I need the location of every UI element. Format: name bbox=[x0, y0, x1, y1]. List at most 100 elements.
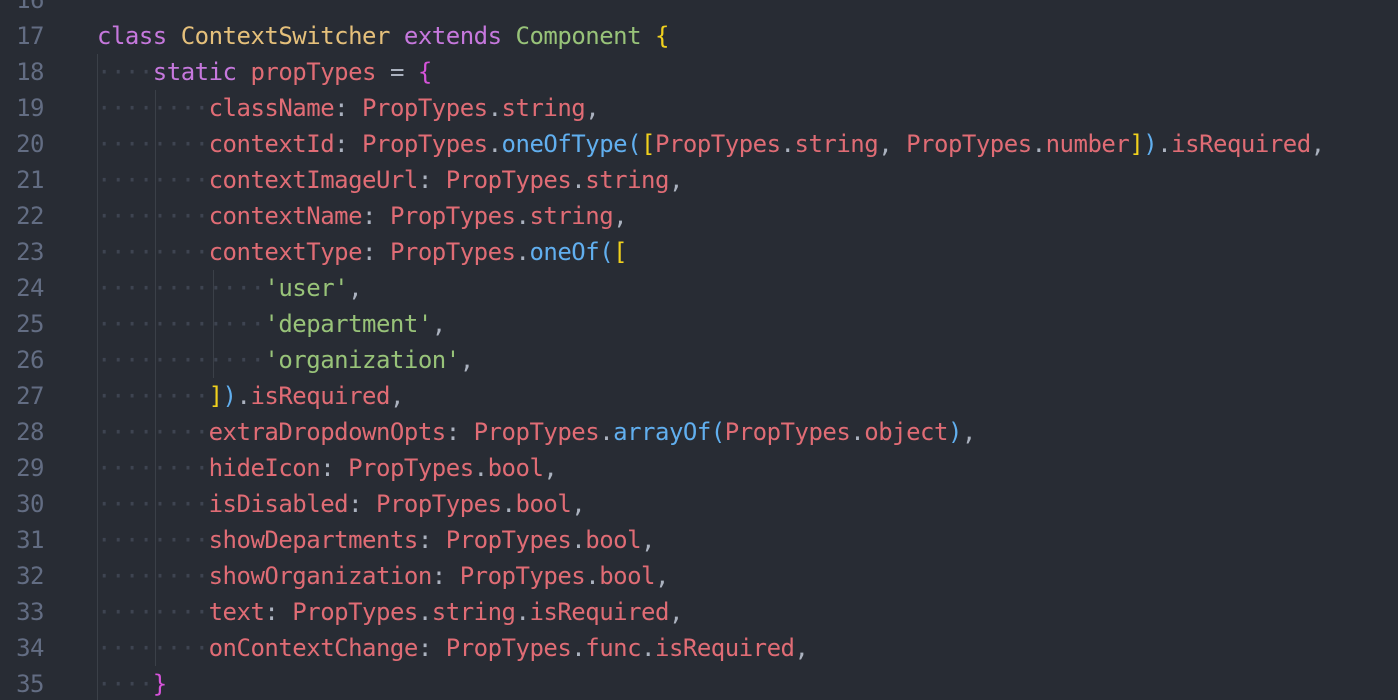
code-line[interactable]: 28 ········extraDropdownOpts: PropTypes.a… bbox=[0, 414, 1398, 450]
code-line[interactable]: 32 ········showOrganization: PropTypes.bo… bbox=[0, 558, 1398, 594]
code-text: ········contextId: PropTypes.oneOfType([… bbox=[97, 126, 1325, 162]
code-token: object bbox=[864, 418, 948, 446]
whitespace-marker: ········ bbox=[97, 166, 209, 194]
code-text: ············'department', bbox=[97, 306, 446, 342]
code-line[interactable]: 23 ········contextType: PropTypes.oneOf([ bbox=[0, 234, 1398, 270]
code-line[interactable]: 22 ········contextName: PropTypes.string, bbox=[0, 198, 1398, 234]
code-line[interactable]: 30 ········isDisabled: PropTypes.bool, bbox=[0, 486, 1398, 522]
line-number: 27 bbox=[16, 382, 44, 410]
code-token: ( bbox=[599, 238, 614, 266]
code-token: { bbox=[417, 58, 432, 86]
code-line[interactable]: 25 ············'department', bbox=[0, 306, 1398, 342]
code-token: , bbox=[389, 382, 404, 410]
code-token: showOrganization bbox=[208, 562, 433, 590]
code-token: = bbox=[376, 58, 418, 86]
code-text: ········contextImageUrl: PropTypes.strin… bbox=[97, 162, 683, 198]
code-token: string bbox=[529, 202, 614, 230]
code-token: [ bbox=[613, 238, 628, 266]
code-token: [ bbox=[641, 130, 655, 158]
whitespace-marker: ········ bbox=[97, 418, 209, 446]
code-token: . bbox=[515, 598, 530, 626]
code-token: func bbox=[585, 634, 642, 662]
code-token: . bbox=[501, 490, 516, 518]
code-token: extraDropdownOpts bbox=[208, 418, 447, 446]
code-token: , bbox=[431, 310, 446, 338]
whitespace-marker: ········ bbox=[97, 94, 209, 122]
code-line[interactable]: 19 ········className: PropTypes.string, bbox=[0, 90, 1398, 126]
line-number: 18 bbox=[16, 58, 44, 86]
code-token: : bbox=[264, 598, 293, 626]
code-token: PropTypes bbox=[362, 130, 488, 158]
code-text: ············'organization', bbox=[97, 342, 474, 378]
whitespace-marker: ········ bbox=[97, 238, 209, 266]
code-token: Component bbox=[515, 22, 642, 50]
code-token: className bbox=[208, 94, 335, 122]
code-line[interactable]: 20 ········contextId: PropTypes.oneOfType… bbox=[0, 126, 1398, 162]
code-token: bool bbox=[585, 526, 642, 554]
code-token: , bbox=[794, 634, 809, 662]
code-token: : bbox=[445, 418, 474, 446]
code-token: . bbox=[487, 94, 502, 122]
code-token: oneOf bbox=[529, 238, 600, 266]
code-line[interactable]: 26 ············'organization', bbox=[0, 342, 1398, 378]
code-token: { bbox=[655, 22, 669, 50]
code-line[interactable]: 34 ········onContextChange: PropTypes.fun… bbox=[0, 630, 1398, 666]
code-line[interactable]: 24 ············'user', bbox=[0, 270, 1398, 306]
code-token: text bbox=[208, 598, 265, 626]
code-line[interactable]: 33 ········text: PropTypes.string.isRequi… bbox=[0, 594, 1398, 630]
code-token: PropTypes bbox=[362, 94, 488, 122]
code-token: . bbox=[515, 238, 530, 266]
code-token: ] bbox=[1129, 130, 1144, 158]
line-number: 28 bbox=[16, 418, 44, 446]
code-line[interactable]: 31 ········showDepartments: PropTypes.boo… bbox=[0, 522, 1398, 558]
code-token: showDepartments bbox=[208, 526, 419, 554]
whitespace-marker: ········ bbox=[97, 130, 209, 158]
code-token: 'department' bbox=[264, 310, 432, 338]
line-number: 32 bbox=[16, 562, 44, 590]
code-line[interactable]: 27 ········]).isRequired, bbox=[0, 378, 1398, 414]
code-token: : bbox=[320, 454, 349, 482]
code-token: PropTypes bbox=[348, 454, 474, 482]
whitespace-marker: ········ bbox=[97, 526, 209, 554]
code-token: string bbox=[501, 94, 586, 122]
code-token: } bbox=[152, 670, 167, 698]
code-token: ) bbox=[947, 418, 962, 446]
code-token: string bbox=[585, 166, 669, 194]
code-line[interactable]: 16 bbox=[0, 0, 1398, 18]
code-line[interactable]: 35 ····} bbox=[0, 666, 1398, 700]
line-number: 24 bbox=[16, 274, 44, 302]
whitespace-marker: ············ bbox=[97, 310, 265, 338]
code-token: . bbox=[1031, 130, 1046, 158]
code-token: PropTypes bbox=[445, 634, 572, 662]
code-line[interactable]: 17 class ContextSwitcher extends Componen… bbox=[0, 18, 1398, 54]
code-token: , bbox=[571, 490, 586, 518]
code-token: extends bbox=[403, 22, 502, 50]
code-text: ········isDisabled: PropTypes.bool, bbox=[97, 486, 586, 522]
code-token: , bbox=[459, 346, 474, 374]
whitespace-marker: ············ bbox=[97, 274, 265, 302]
code-token: , bbox=[654, 562, 669, 590]
whitespace-marker: ············ bbox=[97, 346, 265, 374]
code-token: PropTypes bbox=[389, 202, 516, 230]
code-line[interactable]: 21 ········contextImageUrl: PropTypes.str… bbox=[0, 162, 1398, 198]
code-token: : bbox=[334, 94, 363, 122]
line-number: 29 bbox=[16, 454, 44, 482]
code-text: ········extraDropdownOpts: PropTypes.arr… bbox=[97, 414, 976, 450]
code-token: : bbox=[417, 526, 446, 554]
code-token: isRequired bbox=[250, 382, 390, 410]
code-editor[interactable]: 16 17 class ContextSwitcher extends Compon… bbox=[0, 0, 1398, 700]
whitespace-marker: ········ bbox=[97, 634, 209, 662]
code-token: . bbox=[417, 598, 432, 626]
line-number: 22 bbox=[16, 202, 44, 230]
code-line[interactable]: 29 ········hideIcon: PropTypes.bool, bbox=[0, 450, 1398, 486]
code-line[interactable]: 18 ····static propTypes = { bbox=[0, 54, 1398, 90]
code-token: 'organization' bbox=[264, 346, 460, 374]
code-token: . bbox=[236, 382, 251, 410]
whitespace-marker: ···· bbox=[97, 670, 153, 698]
code-token: , bbox=[543, 454, 558, 482]
code-token: PropTypes bbox=[473, 418, 600, 446]
code-token: PropTypes bbox=[724, 418, 851, 446]
code-token: contextImageUrl bbox=[208, 166, 419, 194]
